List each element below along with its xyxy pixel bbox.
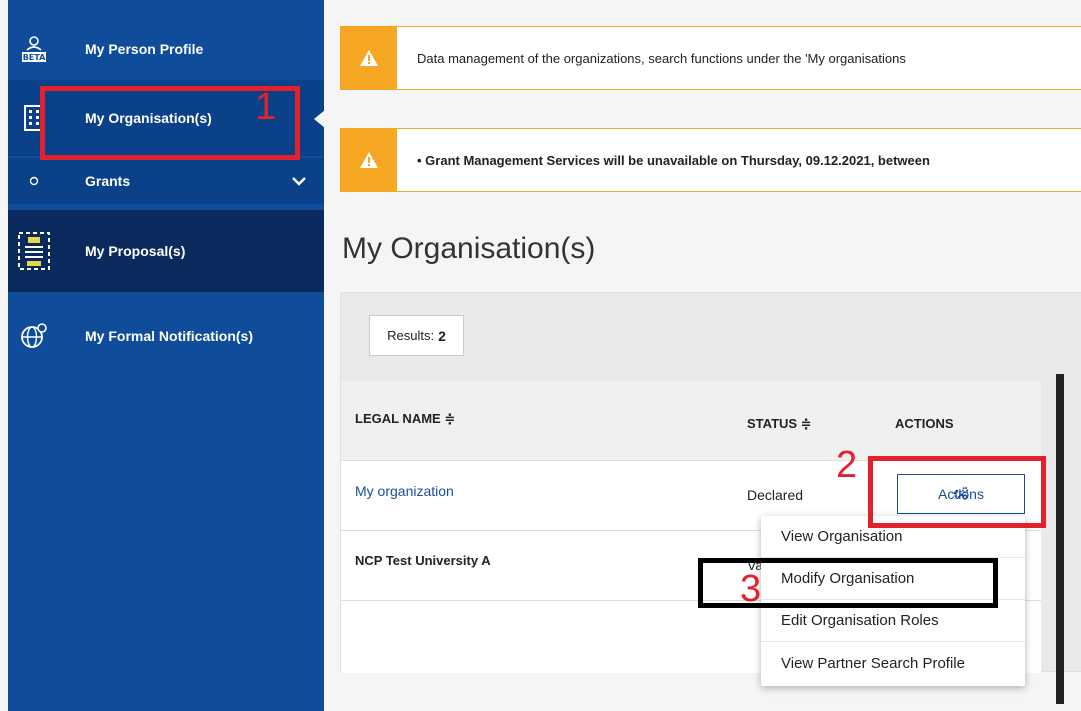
sidebar-item-label: Grants bbox=[85, 173, 131, 189]
sidebar-item-proposals[interactable]: My Proposal(s) bbox=[8, 210, 324, 292]
building-icon bbox=[20, 104, 48, 132]
actions-button[interactable]: Actions bbox=[897, 474, 1025, 514]
sidebar-item-person-profile[interactable]: BETA My Person Profile bbox=[8, 24, 324, 74]
menu-item-view-partner-search-profile[interactable]: View Partner Search Profile bbox=[761, 642, 1025, 684]
menu-item-modify-organisation[interactable]: Modify Organisation bbox=[761, 558, 1025, 600]
organisation-name: NCP Test University A bbox=[355, 553, 491, 568]
annotation-number-2: 2 bbox=[836, 444, 858, 486]
table-header: LEGAL NAME ≑ STATUS ≑ ACTIONS bbox=[341, 381, 1041, 461]
results-number: 2 bbox=[438, 327, 446, 344]
sidebar-item-label: My Organisation(s) bbox=[85, 110, 212, 126]
warning-icon bbox=[341, 129, 397, 191]
chevron-down-icon[interactable] bbox=[292, 173, 306, 189]
column-header-actions: ACTIONS bbox=[895, 416, 954, 431]
annotation-number-1: 1 bbox=[255, 86, 277, 128]
warning-icon bbox=[341, 27, 397, 89]
beta-badge: BETA bbox=[23, 53, 46, 62]
sidebar-item-formal-notifications[interactable]: My Formal Notification(s) bbox=[8, 306, 324, 366]
results-count: Results: 2 bbox=[369, 315, 464, 356]
menu-item-view-organisation[interactable]: View Organisation bbox=[761, 516, 1025, 558]
annotation-number-3: 3 bbox=[740, 568, 762, 610]
banner-text: • Grant Management Services will be unav… bbox=[417, 152, 930, 168]
sidebar: BETA My Person Profile My Organisation(s… bbox=[8, 0, 324, 711]
results-label: Results: bbox=[387, 328, 435, 343]
proposal-icon bbox=[16, 231, 52, 271]
sidebar-item-label: My Proposal(s) bbox=[85, 243, 186, 259]
menu-item-edit-organisation-roles[interactable]: Edit Organisation Roles bbox=[761, 600, 1025, 642]
column-header-status[interactable]: STATUS ≑ bbox=[747, 416, 812, 432]
gears-icon bbox=[953, 486, 969, 503]
bullet-icon bbox=[20, 167, 48, 195]
page-title: My Organisation(s) bbox=[342, 232, 596, 265]
warning-banner: Data management of the organizations, se… bbox=[340, 26, 1081, 90]
sidebar-item-label: My Formal Notification(s) bbox=[85, 328, 254, 344]
banner-text: Data management of the organizations, se… bbox=[417, 50, 906, 66]
organisation-link[interactable]: My organization bbox=[355, 483, 454, 499]
globe-gear-icon bbox=[20, 322, 48, 350]
sidebar-item-grants[interactable]: Grants bbox=[8, 158, 324, 204]
vertical-scrollbar[interactable] bbox=[1056, 374, 1064, 704]
maintenance-banner: • Grant Management Services will be unav… bbox=[340, 128, 1081, 192]
status-text: Declared bbox=[747, 487, 804, 503]
sidebar-item-organisations[interactable]: My Organisation(s) bbox=[8, 80, 324, 156]
column-header-legal-name[interactable]: LEGAL NAME ≑ bbox=[355, 411, 455, 427]
sidebar-item-label: My Person Profile bbox=[85, 41, 204, 57]
actions-dropdown-menu: View Organisation Modify Organisation Ed… bbox=[761, 516, 1025, 686]
beta-person-icon: BETA bbox=[20, 35, 48, 63]
